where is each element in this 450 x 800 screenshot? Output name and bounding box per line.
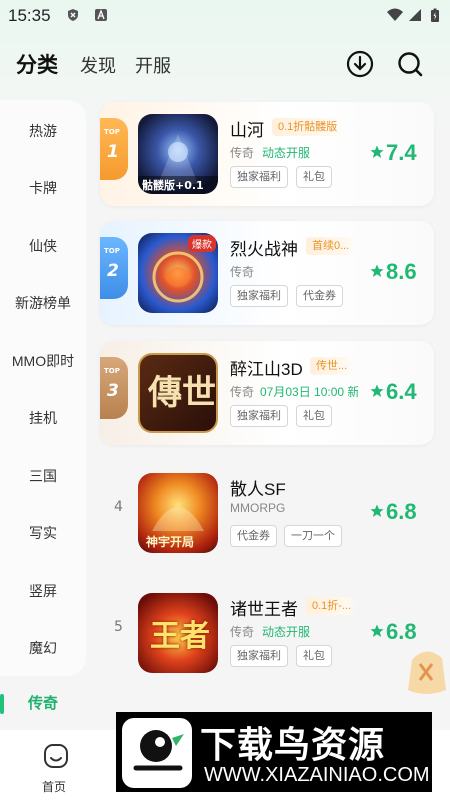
floating-gift-icon[interactable]: [402, 640, 450, 698]
battery-icon: [431, 8, 439, 22]
tag-gift: 礼包: [296, 645, 332, 667]
tag-one-hit: 一刀一个: [284, 525, 342, 547]
tag-gift: 礼包: [296, 405, 332, 427]
star-icon: [370, 145, 384, 158]
icon-caption: 神宇开局: [146, 535, 195, 549]
icon-caption: 傳世: [148, 373, 216, 413]
watermark-title: 下载鸟资源: [200, 725, 386, 766]
star-icon: [370, 624, 384, 637]
game-icon[interactable]: 神宇开局: [138, 473, 218, 553]
game-icon[interactable]: 傳世: [138, 353, 218, 433]
game-card[interactable]: 5 王者 诸世王者 0.1折-... 传奇 动态开服 独家福利 礼包 6.8: [100, 581, 434, 685]
sidebar-item-fantasy[interactable]: 魔幻: [0, 638, 86, 658]
game-card[interactable]: 4 神宇开局 散人SF MMORPG 代金券 一刀一个 6.8: [100, 461, 434, 565]
tag-exclusive: 独家福利: [230, 285, 288, 307]
status-bar: 15:35: [0, 0, 450, 34]
tag-exclusive: 独家福利: [230, 166, 288, 188]
icon-caption: 王者: [150, 619, 210, 654]
sidebar-item-mmo[interactable]: MMO即时: [0, 351, 86, 371]
server-status: 07月03日 10:00 新: [260, 385, 358, 399]
sidebar-item-idle[interactable]: 挂机: [0, 408, 86, 428]
rank-badge: TOP 2: [100, 237, 128, 299]
game-card[interactable]: TOP 3 傳世 醉江山3D 传世... 传奇 07月03日 10:00 新 独…: [100, 341, 434, 445]
bird-logo-icon: [122, 718, 192, 788]
tag-exclusive: 独家福利: [230, 405, 288, 427]
promo-badge: 0.1折-...: [306, 597, 358, 615]
game-genre: 传奇: [230, 625, 255, 639]
tag-gift: 礼包: [296, 166, 332, 188]
nav-home-label: 首页: [42, 780, 67, 794]
rank-badge: TOP 3: [100, 357, 128, 419]
sidebar-item-card[interactable]: 卡牌: [0, 178, 86, 198]
star-icon: [370, 504, 384, 517]
game-name: 山河: [230, 121, 264, 140]
rating-value: 6.4: [386, 379, 417, 404]
game-name: 醉江山3D: [230, 360, 303, 379]
rating-value: 8.6: [386, 259, 417, 284]
watermark-banner: 下载鸟资源 WWW.XIAZAINIAO.COM: [116, 712, 432, 792]
game-icon[interactable]: 王者: [138, 593, 218, 673]
nav-home[interactable]: 首页: [36, 742, 76, 798]
font-a-icon: [95, 9, 107, 21]
sidebar-item-xianxia[interactable]: 仙侠: [0, 236, 86, 256]
tab-server-open[interactable]: 开服: [135, 52, 171, 78]
shield-icon: [68, 9, 78, 21]
rating-value: 6.8: [386, 499, 417, 524]
promo-badge: 首续0...: [306, 237, 356, 255]
tab-discover[interactable]: 发现: [80, 52, 116, 78]
rank-number: 4: [114, 499, 123, 515]
game-card[interactable]: TOP 2 爆款 烈火战神 首续0... 传奇 独家福利 代金券 8.6: [100, 221, 434, 325]
signal-icon: [409, 9, 421, 21]
rank-number: 5: [114, 619, 123, 635]
search-icon[interactable]: [394, 48, 426, 80]
star-icon: [370, 264, 384, 277]
sidebar-item-hot[interactable]: 热游: [0, 121, 86, 141]
game-icon[interactable]: 骷髅版+0.1: [138, 114, 218, 194]
rating-value: 7.4: [386, 140, 417, 165]
game-name: 散人SF: [230, 480, 286, 499]
server-status: 动态开服: [262, 625, 311, 639]
server-status: 动态开服: [262, 146, 311, 160]
status-time: 15:35: [8, 6, 51, 25]
sidebar-item-three-kingdoms[interactable]: 三国: [0, 466, 86, 486]
rating: 8.6: [370, 259, 420, 287]
promo-badge: 传世...: [310, 357, 354, 375]
sidebar-item-new-games[interactable]: 新游榜单: [0, 293, 86, 313]
download-circle-icon[interactable]: [344, 48, 376, 80]
rating: 6.8: [370, 499, 420, 527]
sidebar-item-legend[interactable]: 传奇: [0, 692, 86, 716]
game-genre: 传奇: [230, 146, 255, 160]
wifi-icon: [387, 8, 403, 21]
game-name: 烈火战神: [230, 240, 298, 259]
tag-exclusive: 独家福利: [230, 645, 288, 667]
tag-voucher: 代金券: [296, 285, 343, 307]
sidebar-item-portrait[interactable]: 竖屏: [0, 581, 86, 601]
top-tab-bar: 分类 发现 开服: [0, 44, 450, 88]
game-icon[interactable]: 爆款: [138, 233, 218, 313]
sidebar-item-realistic[interactable]: 写实: [0, 523, 86, 543]
rank-badge: TOP 1: [100, 118, 128, 180]
hot-badge: 爆款: [188, 235, 216, 252]
sidebar-item-label: 传奇: [27, 695, 58, 712]
promo-badge: 0.1折骷髅版: [272, 118, 344, 136]
game-genre: 传奇: [230, 265, 255, 279]
game-card[interactable]: TOP 1 骷髅版+0.1 山河 0.1折骷髅版 传奇 动态开服 独家福利 礼包…: [100, 102, 434, 206]
star-icon: [370, 384, 384, 397]
game-genre: 传奇: [230, 385, 255, 399]
game-genre: MMORPG: [230, 501, 286, 515]
rating: 6.4: [370, 379, 420, 407]
tag-voucher: 代金券: [230, 525, 277, 547]
watermark-url: WWW.XIAZAINIAO.COM: [204, 764, 430, 786]
rating: 7.4: [370, 140, 420, 168]
game-name: 诸世王者: [230, 600, 298, 619]
tab-category[interactable]: 分类: [16, 49, 58, 79]
icon-caption: 骷髅版+0.1: [142, 179, 204, 192]
home-face-icon: [44, 744, 68, 768]
